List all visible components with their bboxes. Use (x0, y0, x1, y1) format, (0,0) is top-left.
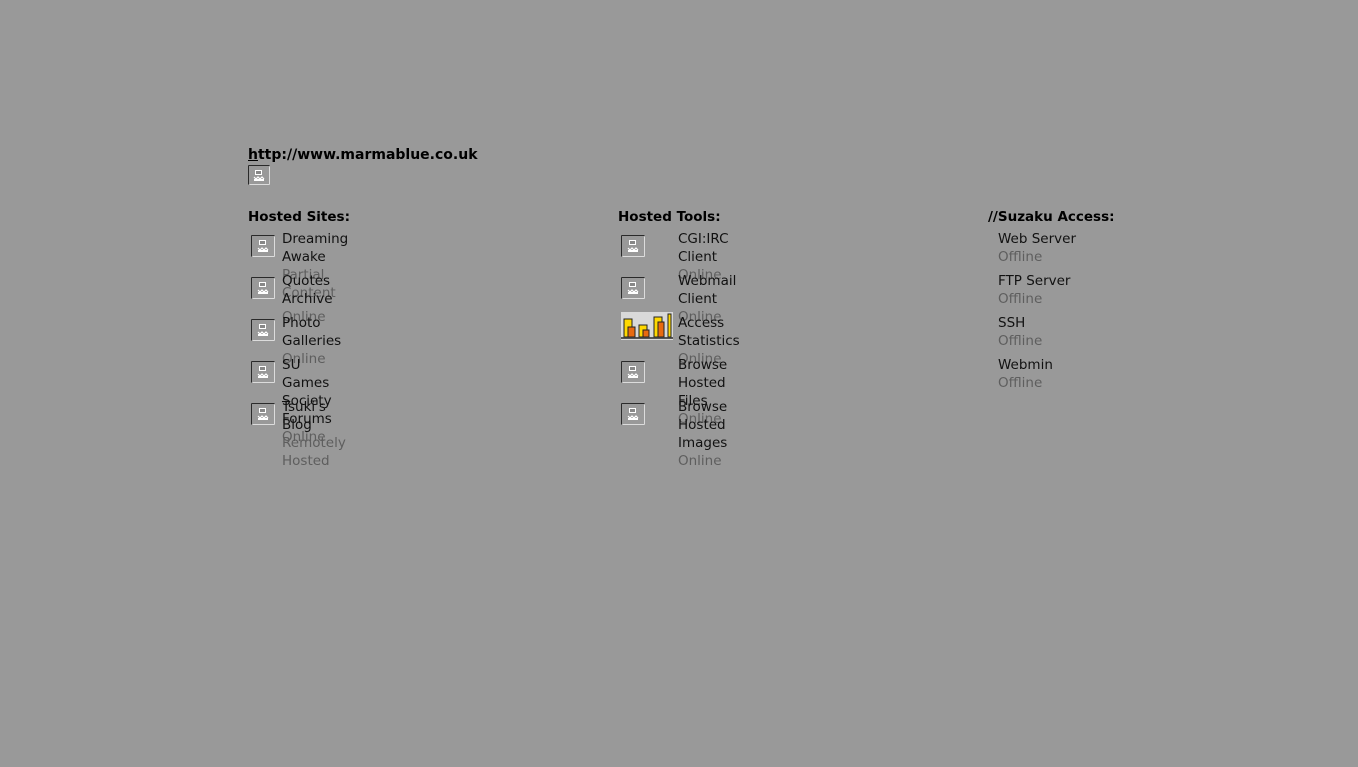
hosted-sites-section: Hosted Sites: Dreaming Awake Partial Con… (248, 208, 350, 469)
service-name[interactable]: Webmin (998, 356, 1053, 374)
list-item[interactable]: FTP Server Offline (988, 272, 1115, 314)
list-item[interactable]: Photo Galleries Online (248, 314, 350, 367)
broken-image-icon[interactable] (251, 235, 275, 257)
suzaku-access-section: //Suzaku Access: Web Server Offline FTP … (988, 208, 1115, 398)
broken-image-icon[interactable] (621, 361, 645, 383)
list-item[interactable]: Browse Hosted Images Online (618, 398, 727, 469)
site-header: http://www.marmablue.co.uk (248, 145, 478, 185)
tool-name[interactable]: Browse Hosted Images (678, 398, 727, 452)
service-status: Offline (998, 375, 1043, 391)
service-status: Offline (998, 333, 1043, 349)
list-item[interactable]: SU Games Society Forums Online (248, 356, 350, 445)
broken-image-icon[interactable] (251, 319, 275, 341)
site-name[interactable]: Tsuki's Blog (282, 398, 350, 434)
broken-image-icon[interactable] (248, 165, 270, 185)
site-name[interactable]: Dreaming Awake (282, 230, 350, 266)
suzaku-access-heading: //Suzaku Access: (988, 209, 1115, 225)
list-item[interactable]: Webmin Offline (988, 356, 1115, 398)
broken-image-icon[interactable] (251, 361, 275, 383)
list-item[interactable]: SSH Offline (988, 314, 1115, 356)
service-name[interactable]: FTP Server (998, 272, 1070, 290)
tool-name[interactable]: Webmail Client (678, 272, 736, 308)
hosted-sites-heading: Hosted Sites: (248, 209, 350, 225)
service-name[interactable]: SSH (998, 314, 1042, 332)
broken-image-icon[interactable] (251, 277, 275, 299)
bar-chart-icon[interactable] (621, 312, 673, 340)
list-item[interactable]: Webmail Client Online (618, 272, 736, 325)
list-item[interactable]: CGI:IRC Client Online (618, 230, 729, 283)
list-item[interactable]: Tsuki's Blog Remotely Hosted (248, 398, 350, 469)
broken-image-icon[interactable] (621, 277, 645, 299)
service-status: Offline (998, 249, 1043, 265)
service-name[interactable]: Web Server (998, 230, 1076, 248)
site-name[interactable]: Quotes Archive (282, 272, 350, 308)
broken-image-icon[interactable] (621, 403, 645, 425)
site-url-link[interactable]: http://www.marmablue.co.uk (248, 145, 478, 165)
tool-status: Online (678, 453, 722, 469)
site-status: Remotely Hosted (282, 435, 346, 469)
service-status: Offline (998, 291, 1043, 307)
list-item[interactable]: Dreaming Awake Partial Content (248, 230, 350, 301)
tool-name[interactable]: Access Statistics (678, 314, 740, 350)
list-item[interactable]: Browse Hosted Files Online (618, 356, 727, 427)
hosted-tools-heading: Hosted Tools: (618, 209, 721, 225)
site-name[interactable]: Photo Galleries (282, 314, 350, 350)
list-item[interactable]: Quotes Archive Online (248, 272, 350, 325)
broken-image-icon[interactable] (621, 235, 645, 257)
list-item[interactable]: Access Statistics Online (618, 312, 740, 367)
broken-image-icon[interactable] (251, 403, 275, 425)
tool-name[interactable]: CGI:IRC Client (678, 230, 729, 266)
hosted-tools-section: Hosted Tools: CGI:IRC Client Online Webm… (618, 208, 740, 469)
list-item[interactable]: Web Server Offline (988, 230, 1115, 272)
